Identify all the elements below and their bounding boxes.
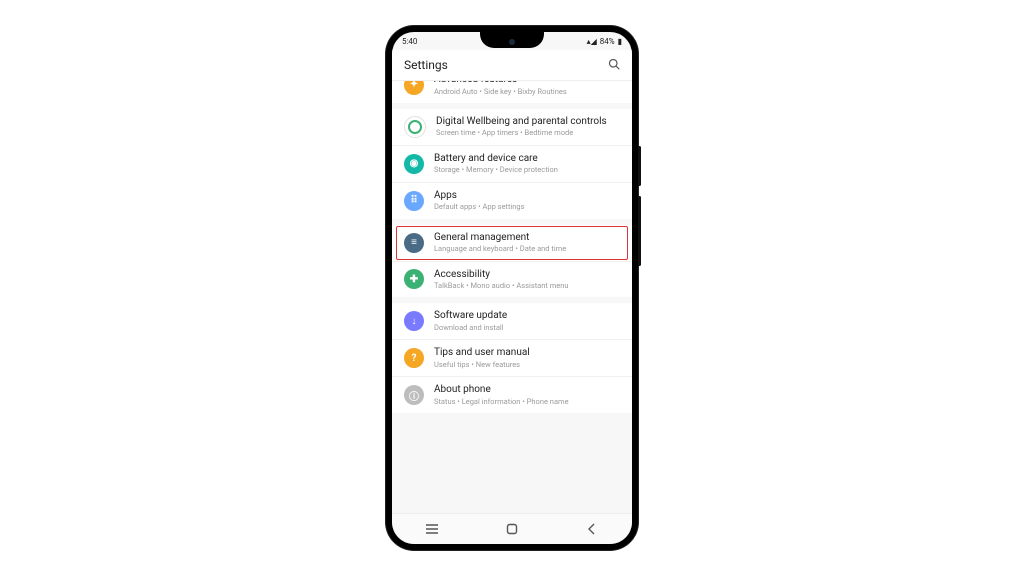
row-sub: Screen time • App timers • Bedtime mode: [436, 128, 607, 137]
row-sub: Download and install: [434, 323, 507, 332]
row-sub: Android Auto • Side key • Bixby Routines: [434, 87, 567, 96]
row-accessibility[interactable]: ✚ Accessibility TalkBack • Mono audio • …: [392, 261, 632, 298]
nav-bar: [392, 513, 632, 544]
row-sub: Useful tips • New features: [434, 360, 530, 369]
recents-icon: [425, 524, 439, 534]
notch: [480, 32, 544, 48]
row-tips-manual[interactable]: ? Tips and user manual Useful tips • New…: [392, 339, 632, 376]
row-title: Tips and user manual: [434, 347, 530, 360]
nav-home[interactable]: [490, 517, 534, 541]
digital-wellbeing-icon: [404, 116, 426, 138]
back-icon: [587, 523, 597, 535]
nav-recents[interactable]: [410, 517, 454, 541]
row-title: Accessibility: [434, 269, 569, 282]
row-title: Apps: [434, 190, 524, 203]
general-management-icon: ≡: [404, 233, 424, 253]
row-title: General management: [434, 232, 566, 245]
phone-frame: 5:40 ▴◢ 84% ▮ Settings ✦ Advanced featur…: [386, 26, 638, 550]
phone-screen: 5:40 ▴◢ 84% ▮ Settings ✦ Advanced featur…: [392, 32, 632, 544]
row-about-phone[interactable]: ⓘ About phone Status • Legal information…: [392, 376, 632, 413]
volume-key: [638, 196, 641, 266]
page-title: Settings: [404, 58, 448, 72]
stage: 5:40 ▴◢ 84% ▮ Settings ✦ Advanced featur…: [0, 0, 1024, 576]
settings-list[interactable]: ✦ Advanced features Android Auto • Side …: [392, 80, 632, 514]
battery-care-icon: ◉: [404, 154, 424, 174]
advanced-features-icon: ✦: [404, 80, 424, 95]
row-advanced-features[interactable]: ✦ Advanced features Android Auto • Side …: [392, 80, 632, 103]
status-time: 5:40: [402, 37, 417, 46]
search-button[interactable]: [608, 58, 620, 73]
search-icon: [608, 58, 620, 70]
row-title: Digital Wellbeing and parental controls: [436, 116, 607, 129]
row-sub: Storage • Memory • Device protection: [434, 165, 558, 174]
row-general-management[interactable]: ≡ General management Language and keyboa…: [392, 225, 632, 261]
status-right: ▴◢ 84% ▮: [587, 37, 622, 46]
row-apps[interactable]: ⠿ Apps Default apps • App settings: [392, 182, 632, 219]
row-sub: Status • Legal information • Phone name: [434, 397, 569, 406]
apps-icon: ⠿: [404, 191, 424, 211]
signal-icon: ▴◢: [587, 37, 597, 46]
nav-back[interactable]: [570, 517, 614, 541]
row-title: Battery and device care: [434, 153, 558, 166]
row-title: About phone: [434, 384, 569, 397]
about-phone-icon: ⓘ: [404, 385, 424, 405]
row-sub: Language and keyboard • Date and time: [434, 244, 566, 253]
accessibility-icon: ✚: [404, 269, 424, 289]
row-battery-care[interactable]: ◉ Battery and device care Storage • Memo…: [392, 145, 632, 182]
row-software-update[interactable]: ↓ Software update Download and install: [392, 303, 632, 339]
row-sub: Default apps • App settings: [434, 202, 524, 211]
side-key: [638, 146, 641, 186]
row-digital-wellbeing[interactable]: Digital Wellbeing and parental controls …: [392, 109, 632, 145]
software-update-icon: ↓: [404, 311, 424, 331]
row-sub: TalkBack • Mono audio • Assistant menu: [434, 281, 569, 290]
home-icon: [506, 523, 518, 535]
battery-icon: ▮: [618, 37, 622, 46]
tips-icon: ?: [404, 348, 424, 368]
app-header: Settings: [392, 50, 632, 81]
battery-text: 84%: [600, 37, 615, 46]
row-title: Software update: [434, 310, 507, 323]
